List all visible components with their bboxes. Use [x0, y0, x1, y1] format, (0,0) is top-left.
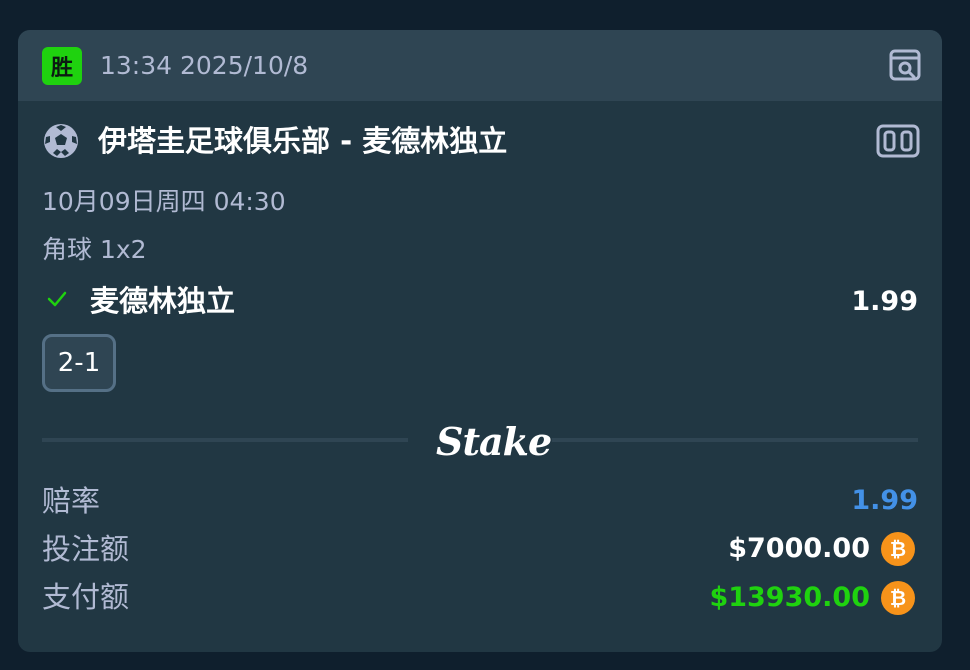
match-date: 10月09日周四 04:30 — [42, 187, 286, 216]
bet-slip-header: 胜 13:34 2025/10/8 — [18, 30, 942, 101]
live-scoreboard-icon[interactable] — [876, 124, 920, 158]
match-title[interactable]: 伊塔圭足球俱乐部 - 麦德林独立 — [98, 122, 507, 160]
bet-slip-card: 胜 13:34 2025/10/8 伊塔圭足球俱乐部 - 麦德林独立 10月09… — [18, 30, 942, 652]
divider — [552, 438, 918, 442]
score-badge: 2-1 — [42, 334, 116, 392]
bitcoin-icon: ₿ — [881, 532, 915, 566]
stake-amount-label: 投注额 — [42, 532, 130, 566]
odds-label: 赔率 — [42, 484, 101, 518]
payout-label: 支付额 — [42, 580, 130, 614]
selection-name: 麦德林独立 — [90, 284, 236, 318]
market-name: 角球 1x2 — [42, 235, 147, 264]
selection-odds: 1.99 — [851, 286, 918, 317]
divider — [42, 438, 408, 442]
svg-text:₿: ₿ — [890, 586, 906, 610]
soccer-ball-icon — [44, 124, 78, 158]
stake-logo: Stake — [436, 419, 552, 464]
stake-amount-value: $7000.00 — [728, 533, 870, 564]
result-badge: 胜 — [42, 47, 82, 85]
check-icon — [47, 291, 67, 307]
bet-preview-icon[interactable] — [888, 48, 922, 82]
svg-text:₿: ₿ — [890, 537, 906, 561]
bitcoin-icon: ₿ — [881, 581, 915, 615]
bet-timestamp: 13:34 2025/10/8 — [100, 51, 309, 80]
payout-value: $13930.00 — [709, 582, 870, 613]
odds-value: 1.99 — [851, 485, 918, 516]
